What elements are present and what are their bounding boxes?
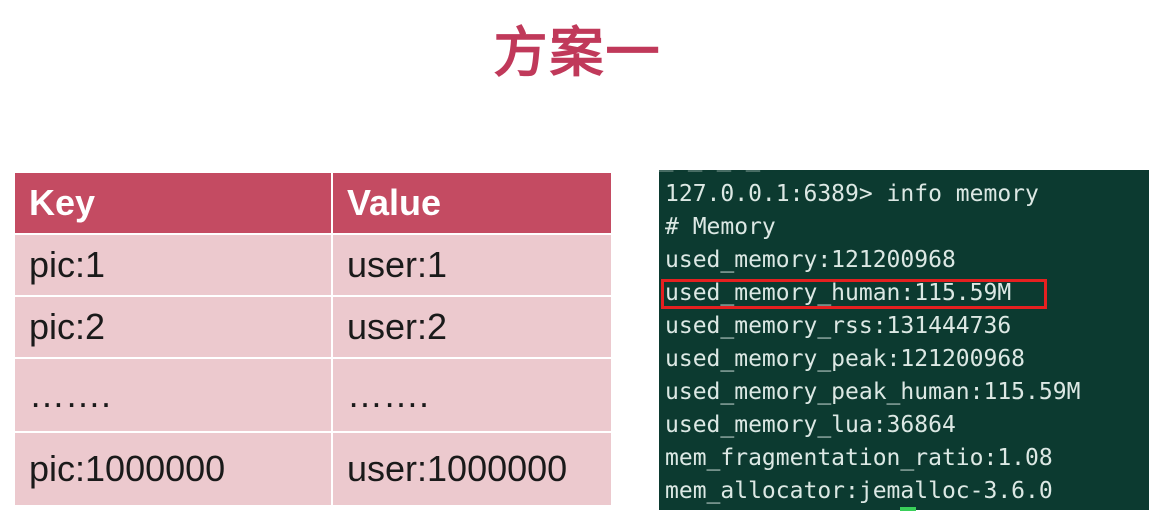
cell-key: …….	[13, 357, 333, 433]
key-value-table: Key Value pic:1 user:1 pic:2 user:2 ……. …	[13, 171, 613, 507]
cell-key: pic:1000000	[13, 431, 333, 507]
terminal-line: used_memory_lua:36864	[665, 412, 956, 438]
terminal-line: mem_fragmentation_ratio:1.08	[665, 445, 1053, 471]
slide-title: 方案一	[493, 21, 662, 84]
terminal-line: used_memory_rss:131444736	[665, 313, 1012, 339]
cell-value: user:1000000	[331, 431, 613, 507]
table-row: ……. …….	[13, 357, 613, 433]
cell-value: user:1	[331, 233, 613, 297]
column-header-key: Key	[13, 171, 333, 235]
table-row: pic:1 user:1	[13, 233, 613, 297]
cell-value: user:2	[331, 295, 613, 359]
terminal-line: used_memory:121200968	[665, 247, 956, 273]
terminal-line: mem_allocator:jemalloc-3.6.0	[665, 478, 1053, 504]
highlight-box	[661, 279, 1047, 309]
terminal-cut-off-line: ‾ ‾ ‾ ‾ ‾ ‾ ‾ ‾ ‾ ‾ ‾ ‾ ‾ ‾ ‾ ‾ ‾ ‾ ‾ ‾ …	[659, 170, 1136, 195]
cell-key: pic:1	[13, 233, 333, 297]
terminal-line-command: 127.0.0.1:6389> info memory	[665, 181, 1039, 207]
terminal-screenshot: ‾ ‾ ‾ ‾ ‾ ‾ ‾ ‾ ‾ ‾ ‾ ‾ ‾ ‾ ‾ ‾ ‾ ‾ ‾ ‾ …	[659, 170, 1149, 510]
cell-value: …….	[331, 357, 613, 433]
table-row: pic:1000000 user:1000000	[13, 431, 613, 507]
table-row: pic:2 user:2	[13, 295, 613, 359]
terminal-cursor	[900, 507, 916, 511]
terminal-line: used_memory_peak_human:115.59M	[665, 379, 1081, 405]
terminal-line: used_memory_peak:121200968	[665, 346, 1026, 372]
column-header-value: Value	[331, 171, 613, 235]
cell-key: pic:2	[13, 295, 333, 359]
terminal-line-section: # Memory	[665, 214, 776, 240]
table-header-row: Key Value	[13, 171, 613, 235]
